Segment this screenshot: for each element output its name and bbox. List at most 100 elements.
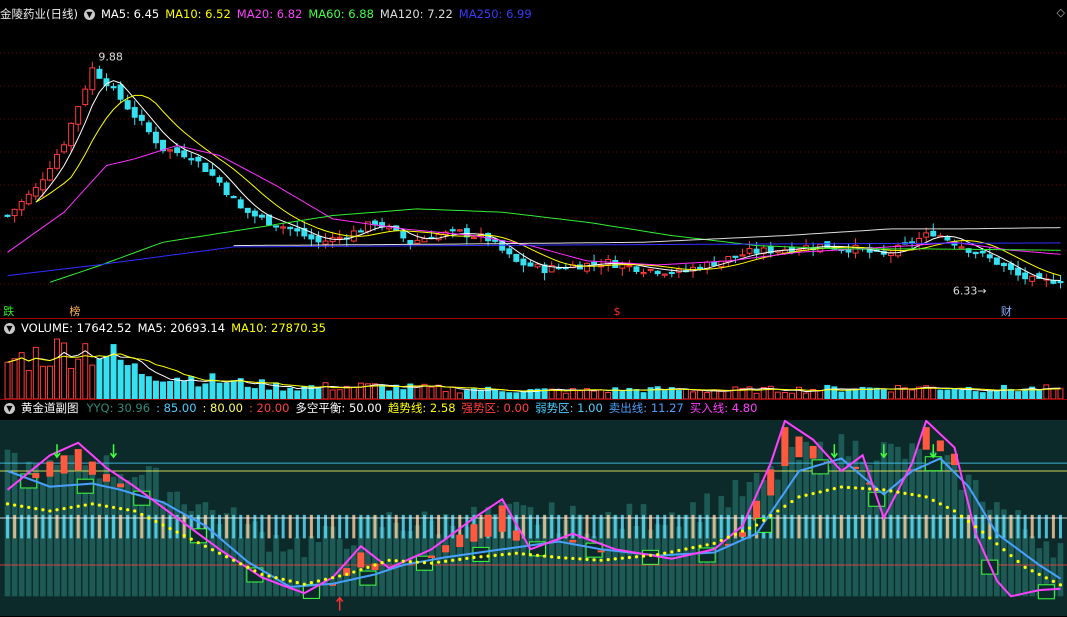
volume-bar <box>986 390 993 399</box>
candle-down <box>244 207 251 213</box>
candle-up <box>68 122 75 147</box>
volume-bar <box>322 382 329 399</box>
volume-bar <box>138 373 145 399</box>
volume-bar <box>195 386 202 399</box>
candle-up <box>923 232 930 238</box>
trend-dot <box>394 559 398 563</box>
trend-dot <box>755 523 759 527</box>
candle-down <box>131 107 138 118</box>
candle-down <box>612 260 619 268</box>
trend-dot <box>875 487 879 491</box>
trend-dot <box>253 569 257 573</box>
candle-up <box>82 88 89 106</box>
yyq-bar <box>739 496 746 597</box>
volume-bar <box>167 381 174 399</box>
signal-box <box>76 478 94 494</box>
volume-bar <box>880 389 887 399</box>
trend-dot <box>203 544 207 548</box>
volume-bar <box>315 387 322 399</box>
indicator-dropdown-icon[interactable]: ▼ <box>4 403 15 414</box>
trend-dot <box>1009 554 1013 558</box>
yyq-bar <box>280 551 286 597</box>
candle-down <box>400 231 407 239</box>
volume-bar <box>244 386 251 399</box>
volume-bar <box>675 390 682 399</box>
trend-dot <box>705 543 709 547</box>
ma-legend-4: MA120: 7.22 <box>379 7 453 21</box>
trend-dot <box>952 509 957 513</box>
trend-dot <box>578 557 582 561</box>
candle-up <box>739 254 746 257</box>
trend-dot <box>776 509 780 513</box>
yyq-bar <box>958 489 965 597</box>
volume-bar <box>682 388 689 399</box>
trend-dot <box>232 558 236 562</box>
volume-legend-2: MA10: 27870.35 <box>231 321 326 335</box>
volume-bar <box>230 380 237 399</box>
candle-up <box>661 273 668 276</box>
trend-dot <box>83 503 87 507</box>
signal-box <box>642 549 660 565</box>
trend-dot <box>486 554 490 558</box>
volume-bar <box>612 387 619 399</box>
stock-title: 金陵药业(日线) <box>0 7 78 21</box>
trend-dot <box>246 565 250 569</box>
trend-dot <box>981 530 985 534</box>
indicator-chart[interactable] <box>0 420 1067 616</box>
candle-down <box>1022 272 1029 280</box>
indicator-legend-1: : 85.00 <box>156 401 197 415</box>
yyq-bar <box>40 484 46 597</box>
volume-bar <box>216 382 223 399</box>
indicator-legend-2: : 80.00 <box>202 401 243 415</box>
volume-bar <box>972 391 979 399</box>
trend-dot <box>168 526 172 531</box>
trend-dot <box>931 498 935 502</box>
trend-dot <box>861 486 865 490</box>
candle-down <box>513 253 520 262</box>
trend-dot <box>111 505 116 510</box>
candle-up <box>167 149 174 152</box>
strong-block <box>512 530 520 541</box>
trend-dot <box>316 579 321 583</box>
volume-chart[interactable] <box>0 337 1067 399</box>
trend-dot <box>380 561 384 565</box>
volume-legend-0: VOLUME: 17642.52 <box>21 321 132 335</box>
strong-block <box>102 474 110 482</box>
volume-bar <box>202 383 209 399</box>
trend-dot <box>599 558 603 562</box>
trend-dot <box>585 557 589 561</box>
dropdown-icon[interactable]: ▼ <box>83 9 95 20</box>
indicator-legend-7: 弱势区: 1.00 <box>535 401 603 415</box>
indicator-legend-9: 买入线: 4.80 <box>689 401 758 415</box>
candle-down <box>1015 267 1022 276</box>
trend-dot <box>712 541 716 545</box>
trend-dot <box>557 555 561 560</box>
candle-down <box>237 199 244 209</box>
trend-dot <box>217 551 222 555</box>
indicator-title: 黄金道副图 <box>21 401 79 415</box>
volume-bar <box>1000 384 1007 399</box>
diamond-icon[interactable]: ◇ <box>1057 6 1065 19</box>
trend-dot <box>974 525 978 529</box>
candle-down <box>591 261 598 265</box>
candle-up <box>414 239 421 244</box>
volume-bar <box>39 365 46 399</box>
trend-dot <box>592 558 596 562</box>
volume-bar <box>993 390 1000 399</box>
candle-down <box>1000 262 1007 267</box>
candle-up <box>18 200 25 211</box>
trend-dot <box>1002 548 1006 552</box>
indicator-legend-0: YYQ: 30.96 <box>86 401 151 415</box>
price-chart[interactable]: 9.88 6.33→ 跌 榜 $ 财 <box>0 20 1067 317</box>
volume-bar <box>75 358 82 399</box>
volume-dropdown-icon[interactable]: ▼ <box>4 323 15 334</box>
trend-dot <box>147 516 151 520</box>
volume-bar <box>308 385 315 399</box>
strong-block <box>936 440 944 452</box>
ma250-line <box>7 242 1061 277</box>
volume-bar <box>393 384 400 399</box>
event-marker-3: 财 <box>1001 304 1012 317</box>
volume-bar <box>1008 389 1014 399</box>
candle-down <box>202 162 209 172</box>
trend-dot <box>133 509 137 513</box>
